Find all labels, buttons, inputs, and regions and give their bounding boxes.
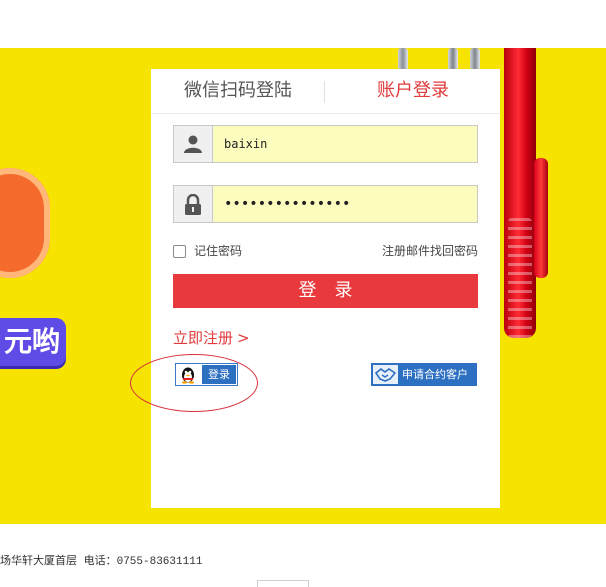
register-link[interactable]: 立即注册 > xyxy=(173,328,250,348)
red-circle-annotation xyxy=(130,354,258,412)
login-button[interactable]: 登录 xyxy=(173,274,478,308)
username-field[interactable]: baixin xyxy=(173,125,478,163)
promo-badge: 元哟 xyxy=(0,318,66,366)
pen-image xyxy=(398,48,408,70)
lock-icon xyxy=(174,186,213,222)
tab-wechat-qr-login[interactable]: 微信扫码登陆 xyxy=(151,69,325,113)
promo-number-graphic xyxy=(0,168,50,278)
apply-contract-label: 申请合约客户 xyxy=(402,368,468,381)
forgot-password-link[interactable]: 注册邮件找回密码 xyxy=(382,243,478,259)
pen-image xyxy=(448,48,458,70)
remember-checkbox[interactable] xyxy=(173,245,186,258)
username-value: baixin xyxy=(224,137,268,151)
footer-address: 场华轩大厦首层 电话：0755-83631111 xyxy=(0,556,203,568)
register-label: 立即注册 xyxy=(173,329,234,347)
apply-contract-customer-button[interactable]: 申请合约客户 xyxy=(371,363,477,386)
password-value: ••••••••••••••• xyxy=(224,196,351,212)
user-icon xyxy=(174,126,213,162)
tab-divider xyxy=(324,81,325,103)
password-field[interactable]: ••••••••••••••• xyxy=(173,185,478,223)
red-pen-image xyxy=(500,48,548,338)
tab-account-login[interactable]: 账户登录 xyxy=(326,69,500,113)
chevron-right-icon: > xyxy=(237,329,250,347)
pen-image xyxy=(470,48,480,70)
login-tabs: 微信扫码登陆 账户登录 xyxy=(151,69,500,114)
remember-password[interactable]: 记住密码 xyxy=(173,243,242,259)
remember-label: 记住密码 xyxy=(194,244,243,258)
handshake-icon xyxy=(373,365,398,384)
login-card: 微信扫码登陆 账户登录 baixin ••••••••••••••• 记住密码 … xyxy=(151,69,500,508)
